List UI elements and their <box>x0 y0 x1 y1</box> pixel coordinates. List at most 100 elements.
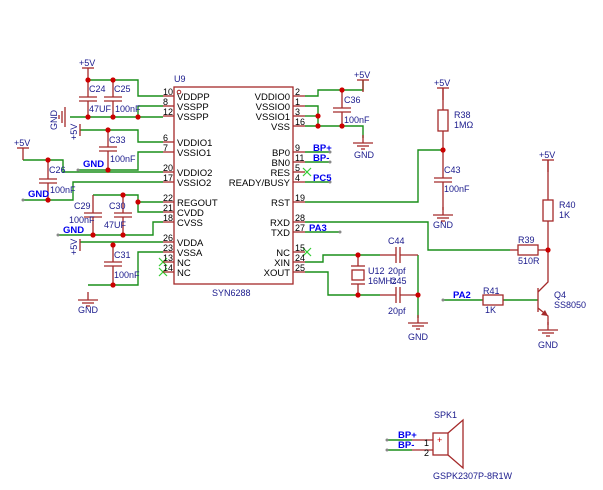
pin-name: VSSIO1 <box>177 148 211 159</box>
c24-value: 47UF <box>89 104 112 114</box>
junction-dot <box>315 123 321 129</box>
pin-number: 28 <box>295 213 305 223</box>
u12-ref: U12 <box>368 266 385 276</box>
wire <box>305 221 510 251</box>
c26-value: 100nF <box>50 185 76 195</box>
c36-ref: C36 <box>344 95 361 105</box>
net-port-dot <box>56 233 60 237</box>
spk1-pin2: 2 <box>424 448 429 458</box>
pin-name: READY/BUSY <box>229 178 291 189</box>
pin-number: 7 <box>163 143 168 153</box>
pin-name: NC <box>177 268 191 279</box>
gnd-net-label: GND <box>63 225 84 236</box>
r38-ref: R38 <box>454 110 471 120</box>
net-port-dot <box>338 230 342 234</box>
r40-value: 1K <box>559 210 570 220</box>
wire <box>305 125 364 138</box>
gnd-label: GND <box>433 220 454 230</box>
r41-value: 1K <box>485 305 496 315</box>
u9-ref: U9 <box>174 74 186 84</box>
net-pc5: PC5 <box>313 173 332 184</box>
junction-dot <box>315 113 321 119</box>
c36-value: 100nF <box>344 115 370 125</box>
net-pa3: PA3 <box>309 223 327 234</box>
pin-number: 26 <box>163 233 173 243</box>
c31-value: 100nF <box>114 270 140 280</box>
junction-dot <box>339 87 345 93</box>
r41-ref: R41 <box>483 286 500 296</box>
net-port-dot <box>21 198 25 202</box>
net-port-dot <box>385 438 389 442</box>
r39-ref: R39 <box>518 235 535 245</box>
pin-number: 27 <box>295 223 305 233</box>
gnd-net-label: GND <box>28 189 49 200</box>
resistor-body <box>517 244 539 256</box>
vcc-label: +5V <box>354 70 370 80</box>
net-pa2: PA2 <box>453 290 471 301</box>
crystal-body <box>351 269 365 281</box>
gnd-label: GND <box>49 110 59 131</box>
junction-dot <box>45 157 51 163</box>
pin-number: 6 <box>163 133 168 143</box>
c44-ref: C44 <box>388 236 405 246</box>
junction-dot <box>440 147 446 153</box>
gnd-net-label: GND <box>83 159 104 170</box>
net-bp-minus: BP- <box>398 440 414 451</box>
pin-number: 13 <box>163 253 173 263</box>
pin-number: 16 <box>295 117 305 127</box>
c30-ref: C30 <box>109 201 126 211</box>
pin-number: 20 <box>163 163 173 173</box>
c33-ref: C33 <box>109 135 126 145</box>
pin-number: 17 <box>163 173 173 183</box>
pin-name: CVSS <box>177 218 203 229</box>
junction-dot <box>110 77 116 83</box>
net-bp-minus: BP- <box>313 153 329 164</box>
c43-ref: C43 <box>444 165 461 175</box>
resistor-body <box>482 294 504 306</box>
pin-number: 15 <box>295 243 305 253</box>
pin-number: 25 <box>295 263 305 273</box>
pin-number: 21 <box>163 203 173 213</box>
junction-dot <box>355 292 361 298</box>
junction-dot <box>120 192 126 198</box>
speaker-horn <box>447 418 464 470</box>
r40-ref: R40 <box>559 200 576 210</box>
vcc-label: +5V <box>14 138 30 148</box>
pin-number: 9 <box>295 143 300 153</box>
pin-name: TXD <box>271 228 290 239</box>
wire <box>93 194 163 213</box>
c45-value: 20pf <box>388 306 406 316</box>
c31-ref: C31 <box>114 250 131 260</box>
spk1-ref: SPK1 <box>434 410 457 420</box>
net-port-dot <box>385 448 389 452</box>
pin-name: VSSIO2 <box>177 178 211 189</box>
vcc-label: +5V <box>69 239 79 255</box>
junction-dot <box>415 292 421 298</box>
c25-value: 100nF <box>115 104 141 114</box>
net-port-dot <box>441 298 445 302</box>
wire <box>305 80 364 97</box>
pin-number: 18 <box>163 213 173 223</box>
junction-dot <box>105 167 111 173</box>
c33-value: 100nF <box>110 154 136 164</box>
pin-number: 11 <box>295 153 304 163</box>
c24-ref: C24 <box>89 84 106 94</box>
pin-name: VSSPP <box>177 112 209 123</box>
pin-number: 12 <box>163 107 173 117</box>
c25-ref: C25 <box>114 84 131 94</box>
ic-pins: 10 VDDPP8 VSSPP12 VSSPP6 VDDIO17 VSSIO120 VDDI… <box>163 87 305 279</box>
junction-dot <box>105 127 111 133</box>
c43-value: 100nF <box>444 184 470 194</box>
junction-dot <box>110 242 116 248</box>
spk1-pin1: 1 <box>424 438 429 448</box>
junction-dot <box>120 232 126 238</box>
junction-dot <box>110 114 116 120</box>
pin-number: 4 <box>295 173 300 183</box>
pin-number: 24 <box>295 253 305 263</box>
vcc-label: +5V <box>539 150 555 160</box>
pin-number: 23 <box>163 243 173 253</box>
resistor-body <box>542 199 554 222</box>
pin-number: 8 <box>163 97 168 107</box>
junction-dot <box>90 232 96 238</box>
r39-value: 510R <box>518 256 540 266</box>
